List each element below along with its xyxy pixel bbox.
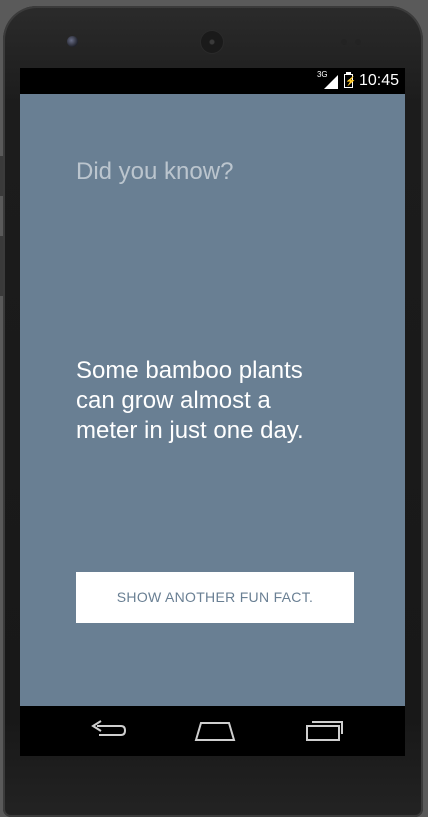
- page-title: Did you know?: [76, 158, 234, 185]
- home-button[interactable]: [191, 716, 239, 746]
- screen: 3G ⚡ 10:45 Did you know? Some bamboo pla…: [20, 68, 405, 756]
- proximity-sensor: [341, 39, 347, 45]
- battery-charging-icon: ⚡: [343, 72, 357, 88]
- recent-apps-icon: [306, 721, 343, 741]
- status-bar: 3G ⚡ 10:45: [20, 68, 405, 94]
- volume-button: [0, 236, 3, 296]
- cellular-signal-icon: 3G: [317, 70, 338, 89]
- fact-text: Some bamboo plants can grow almost a met…: [76, 357, 304, 444]
- earpiece-speaker-icon: [201, 31, 223, 53]
- back-icon: [91, 720, 127, 736]
- home-icon: [194, 722, 236, 741]
- show-another-fact-button[interactable]: SHOW ANOTHER FUN FACT.: [76, 572, 354, 623]
- fun-fact-screen: Did you know? Some bamboo plants can gro…: [20, 94, 405, 706]
- status-time: 10:45: [358, 72, 399, 89]
- device-frame: 3G ⚡ 10:45 Did you know? Some bamboo pla…: [0, 6, 423, 817]
- back-button[interactable]: [84, 716, 132, 746]
- power-button: [0, 156, 3, 196]
- navigation-bar: [20, 706, 405, 756]
- recent-apps-button[interactable]: [300, 716, 348, 746]
- light-sensor: [355, 39, 361, 45]
- front-camera-icon: [67, 36, 78, 47]
